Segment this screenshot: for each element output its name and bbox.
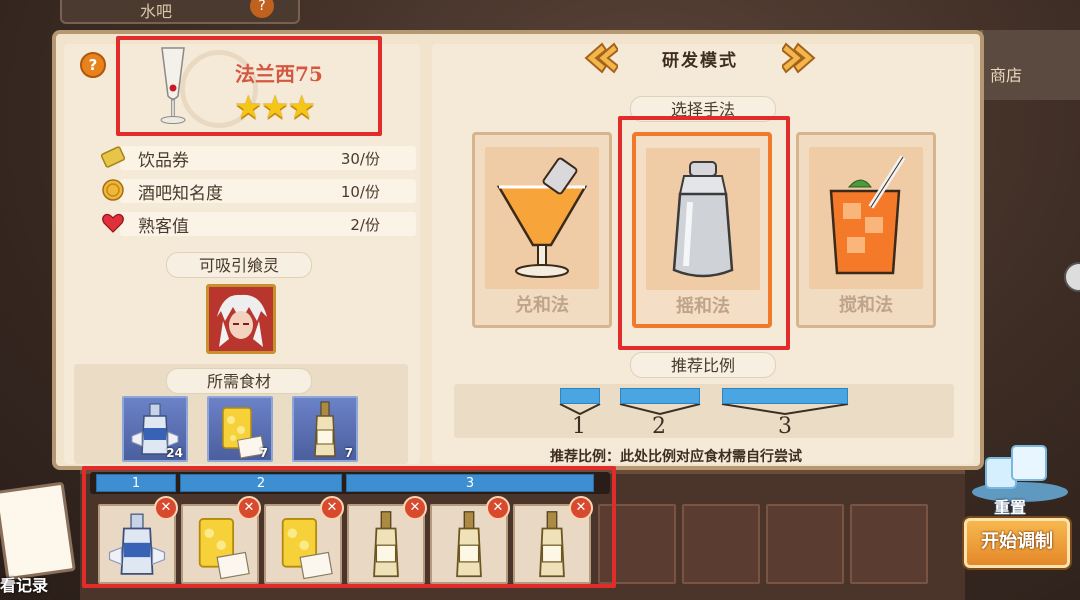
- champagne-glass-icon: [160, 47, 186, 124]
- ratio-number: 3: [778, 414, 792, 439]
- stat-row-fame: 酒吧知名度 10/份: [80, 175, 416, 205]
- ratio-note: 推荐比例：此处比例对应食材需自行尝试: [550, 449, 802, 465]
- star-icon: ★: [260, 88, 290, 126]
- method-card-build[interactable]: 兑和法: [472, 132, 612, 328]
- ingredient-champagne[interactable]: 7: [292, 396, 358, 462]
- clipboard-icon[interactable]: [0, 481, 76, 581]
- mode-prev-arrow-icon[interactable]: [578, 40, 618, 76]
- method-image: [485, 147, 599, 289]
- iced-drink-icon: [829, 155, 906, 275]
- cocktail-glass-icon: [496, 157, 588, 278]
- ratio-brackets: [559, 404, 849, 416]
- method-label: 兑和法: [515, 295, 569, 316]
- coin-icon: [102, 179, 124, 201]
- stat-label: 饮品券: [138, 151, 189, 171]
- method-card-stir[interactable]: 搅和法: [796, 132, 936, 328]
- ingredient-count: 24: [166, 446, 183, 460]
- spirit-portrait[interactable]: [206, 284, 276, 354]
- selected-ingredients-highlight: [82, 466, 616, 588]
- recommended-ratio-title: 推荐比例: [630, 352, 776, 378]
- mode-title: 研发模式: [662, 51, 738, 71]
- attract-spirit-title: 可吸引飨灵: [166, 252, 312, 278]
- empty-slot[interactable]: [766, 504, 844, 584]
- reset-label[interactable]: 重置: [994, 494, 1026, 518]
- help-icon[interactable]: ?: [80, 52, 106, 78]
- stat-value: 2/份: [350, 216, 380, 234]
- ratio-number: 1: [572, 414, 586, 439]
- ingredients-title: 所需食材: [166, 368, 312, 394]
- stat-value: 30/份: [340, 150, 380, 168]
- star-icon: ★: [234, 88, 263, 126]
- empty-slot[interactable]: [850, 504, 928, 584]
- start-mixing-button[interactable]: 开始调制: [964, 518, 1070, 568]
- stat-value: 10/份: [340, 183, 380, 201]
- ticket-icon: [100, 146, 126, 168]
- drink-name: 法兰西75: [235, 62, 323, 86]
- ingredient-vodka[interactable]: 24: [122, 396, 188, 462]
- method-label: 摇和法: [676, 296, 730, 317]
- method-image: [646, 148, 760, 290]
- ratio-segment: [722, 388, 848, 404]
- stat-row-ticket: 饮品券 30/份: [80, 142, 416, 172]
- mode-next-arrow-icon[interactable]: [782, 40, 822, 76]
- shop-label: 商店: [990, 66, 1023, 85]
- star-rating: ★★★: [234, 88, 317, 126]
- heart-icon: [102, 213, 124, 233]
- ingredient-count: 7: [344, 446, 353, 460]
- stat-label: 熟客值: [138, 217, 189, 237]
- method-label: 搅和法: [839, 295, 893, 316]
- method-card-shake[interactable]: 摇和法: [632, 132, 772, 328]
- ingredient-count: 7: [259, 446, 268, 460]
- method-image: [809, 147, 923, 289]
- stat-label: 酒吧知名度: [138, 184, 223, 204]
- ratio-segment: [560, 388, 600, 404]
- star-icon: ★: [287, 88, 317, 126]
- top-tab-label: 水吧: [140, 2, 173, 21]
- stat-row-regular: 熟客值 2/份: [80, 208, 416, 238]
- character-avatar: [209, 287, 273, 351]
- cocktail-shaker-icon: [672, 161, 734, 278]
- record-label[interactable]: 看记录: [0, 572, 48, 596]
- ratio-number: 2: [652, 414, 666, 439]
- empty-slot[interactable]: [682, 504, 760, 584]
- ingredient-lemon[interactable]: 7: [207, 396, 273, 462]
- ratio-segment: [620, 388, 700, 404]
